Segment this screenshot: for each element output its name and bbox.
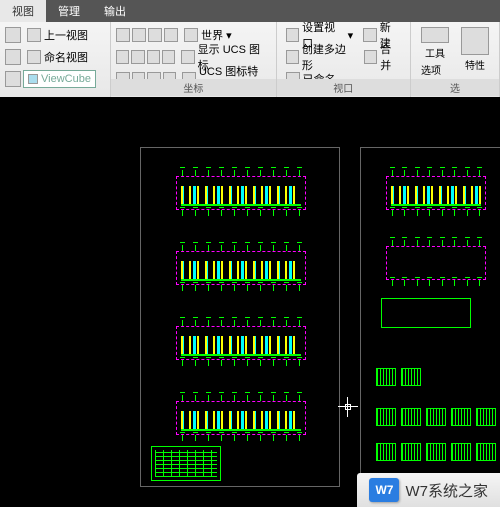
merge-button[interactable]: 合并 [360, 39, 405, 75]
tools-label: 工具 [425, 45, 445, 60]
named-view-label: 命名视图 [44, 49, 88, 65]
viewcube-label: ViewCube [41, 73, 91, 85]
prev-view-label: 上一视图 [44, 27, 88, 43]
logo-badge: W7 [369, 478, 399, 502]
floorplan [381, 168, 491, 218]
compass-icon[interactable] [5, 71, 21, 87]
cube-icon [28, 74, 38, 84]
logo-text: W7系统之家 [405, 480, 488, 501]
back-arrow-icon [27, 28, 41, 42]
ucs-icon-7[interactable] [147, 50, 160, 64]
navigate-icon[interactable] [5, 27, 21, 43]
ribbon: 视图 管理 输出 上一视图 命名视图 ViewCube [0, 0, 500, 98]
crosshair-cursor [338, 397, 358, 417]
ucs-icon-4[interactable] [164, 28, 178, 42]
list-icon [27, 50, 41, 64]
merge-label: 合并 [380, 41, 401, 73]
poly-icon [286, 50, 299, 64]
ribbon-tabs: 视图 管理 输出 [0, 0, 500, 22]
ucs-icon-3[interactable] [148, 28, 162, 42]
titleblock [151, 446, 221, 481]
floorplan [171, 318, 311, 368]
detail-blocks [376, 443, 496, 461]
ucs-icon-5[interactable] [116, 50, 129, 64]
prop-label: 特性 [465, 57, 485, 72]
ucs-icon-8[interactable] [162, 50, 175, 64]
floorplan [171, 168, 311, 218]
merge-icon [364, 50, 377, 64]
tab-view[interactable]: 视图 [0, 0, 46, 22]
ucs-icon-1[interactable] [116, 28, 130, 42]
viewcube-button[interactable]: ViewCube [23, 70, 96, 88]
coords-panel-title: 坐标 [111, 79, 275, 96]
detail-blocks [376, 368, 421, 386]
tab-manage[interactable]: 管理 [46, 0, 92, 22]
named-view-button[interactable]: 命名视图 [23, 47, 92, 67]
new-icon [363, 28, 377, 42]
properties-icon [461, 27, 489, 55]
prev-view-button[interactable]: 上一视图 [23, 25, 92, 45]
viewport-icon [286, 28, 300, 42]
detail-box [381, 298, 471, 328]
grid-icon[interactable] [5, 49, 21, 65]
tab-output[interactable]: 输出 [92, 0, 138, 22]
floorplan [381, 238, 491, 288]
globe-icon [184, 28, 198, 42]
floorplan [171, 393, 311, 443]
viewport-panel-title: 视口 [277, 79, 410, 96]
detail-blocks [376, 408, 496, 426]
ucs-show-icon [181, 50, 194, 64]
drawing-canvas[interactable] [0, 97, 500, 507]
drawing-sheet-2 [360, 147, 500, 487]
drawing-sheet-1 [140, 147, 340, 487]
tools-icon [421, 27, 449, 43]
coords-panel: 世界▾ 显示 UCS 图标 UCS 图标特性 坐标 [111, 22, 276, 97]
palette-panel-title: 选 [411, 79, 499, 96]
ucs-icon-2[interactable] [132, 28, 146, 42]
ucs-icon-6[interactable] [131, 50, 144, 64]
floorplan [171, 243, 311, 293]
palette-panel: 工具 选项板 特性 选 [411, 22, 500, 97]
view-panel: 上一视图 命名视图 ViewCube [0, 22, 111, 97]
ribbon-panels: 上一视图 命名视图 ViewCube 世界▾ [0, 22, 500, 97]
viewport-panel: 设置视口▾ 新建 创建多边形 合并 已命名 视口 [277, 22, 411, 97]
watermark-logo: W7 W7系统之家 [357, 473, 500, 507]
